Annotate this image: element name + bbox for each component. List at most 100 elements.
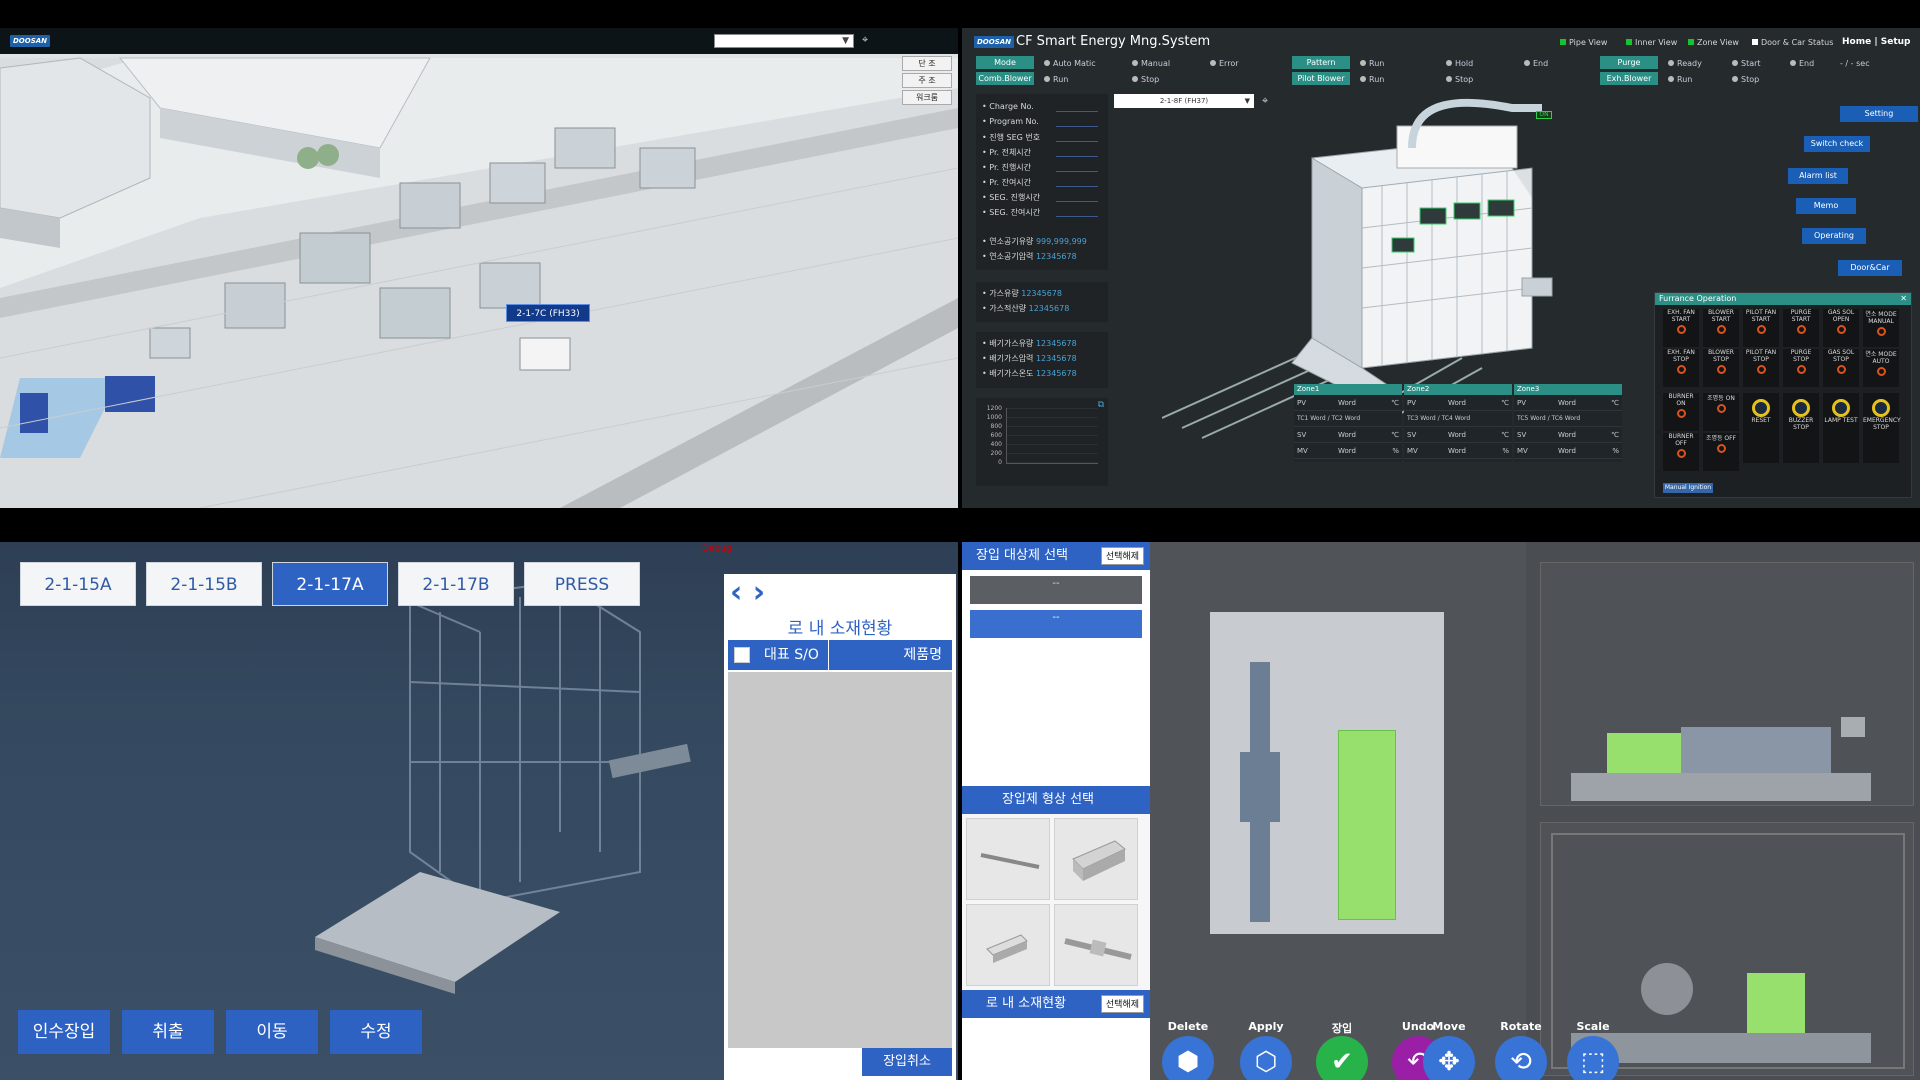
extract-button[interactable]: 취출 bbox=[122, 1010, 214, 1054]
deselect-button-2[interactable]: 선택해제 bbox=[1100, 995, 1144, 1013]
tab-2-1-15a[interactable]: 2-1-15A bbox=[20, 562, 136, 606]
burner-off[interactable]: BURNER OFF bbox=[1663, 433, 1699, 471]
rotate-tool[interactable]: Rotate ⟲ bbox=[1492, 1020, 1550, 1080]
mode-auto[interactable]: 연소 MODE AUTO bbox=[1863, 349, 1899, 387]
side-view[interactable] bbox=[1540, 562, 1914, 806]
tab-2-1-17b[interactable]: 2-1-17B bbox=[398, 562, 514, 606]
purge-ready[interactable]: Ready bbox=[1668, 59, 1702, 68]
pattern-hold[interactable]: Hold bbox=[1446, 59, 1473, 68]
deselect-button[interactable]: 선택해제 bbox=[1100, 547, 1144, 565]
radio-error[interactable]: Error bbox=[1210, 59, 1239, 68]
move-button[interactable]: 이동 bbox=[226, 1010, 318, 1054]
exh-stop[interactable]: Stop bbox=[1732, 75, 1759, 84]
operating-button[interactable]: Operating bbox=[1802, 228, 1866, 244]
shape-shaft[interactable] bbox=[1054, 904, 1138, 986]
exh-fan-start[interactable]: EXH. FAN START bbox=[1663, 309, 1699, 347]
btn-forging[interactable]: 단 조 bbox=[902, 56, 952, 71]
pilot-stop[interactable]: Stop bbox=[1446, 75, 1473, 84]
charge-editor: 장입 대상제 선택 선택해제 -- -- 장입제 형상 선택 로 내 소재현황 선택… bbox=[962, 542, 1920, 1080]
purge-end[interactable]: End bbox=[1790, 59, 1814, 68]
buzzer-stop-button[interactable]: BUZZER STOP bbox=[1783, 393, 1819, 463]
pattern-run[interactable]: Run bbox=[1360, 59, 1384, 68]
blower-stop[interactable]: BLOWER STOP bbox=[1703, 349, 1739, 387]
charge-action[interactable]: 장입 ✔ bbox=[1312, 1020, 1372, 1080]
pointer-icon[interactable]: ⌖ bbox=[862, 33, 876, 47]
scale-tool[interactable]: Scale ⬚ bbox=[1564, 1020, 1622, 1080]
temperature-mini-chart[interactable]: 1200 1000 800 600 400 200 0 ⧉ bbox=[976, 398, 1108, 486]
btn-casting[interactable]: 주 조 bbox=[902, 73, 952, 88]
emergency-stop-button[interactable]: EMERGENCY STOP bbox=[1863, 393, 1901, 463]
tab-2-1-15b[interactable]: 2-1-15B bbox=[146, 562, 262, 606]
purge-start-btn[interactable]: PURGE START bbox=[1783, 309, 1819, 347]
mode-manual[interactable]: 연소 MODE MANUAL bbox=[1863, 309, 1899, 347]
furnace-label[interactable]: 2-1-7C (FH33) bbox=[506, 304, 590, 322]
zone-tc: TC5 Word / TC6 Word bbox=[1514, 411, 1622, 427]
btn-workroom[interactable]: 워크룸 bbox=[902, 90, 952, 105]
close-icon[interactable]: ✕ bbox=[1900, 293, 1907, 305]
top-down-view[interactable] bbox=[1150, 542, 1526, 1080]
legend-pipe-view[interactable]: Pipe View bbox=[1560, 38, 1607, 47]
radio-manual[interactable]: Manual bbox=[1132, 59, 1170, 68]
target-select-header: 장입 대상제 선택 선택해제 bbox=[962, 542, 1150, 570]
charge-receive-button[interactable]: 인수장입 bbox=[18, 1010, 110, 1054]
target-item-selected[interactable]: -- bbox=[970, 610, 1142, 638]
radio-auto[interactable]: Auto Matic bbox=[1044, 59, 1096, 68]
edit-button[interactable]: 수정 bbox=[330, 1010, 422, 1054]
zone2-panel: Zone2 PV Word ℃ TC3 Word / TC4 Word SV Word… bbox=[1404, 384, 1512, 462]
comb-stop[interactable]: Stop bbox=[1132, 75, 1159, 84]
shape-block[interactable] bbox=[1054, 818, 1138, 900]
lamp-ring-icon bbox=[1752, 399, 1770, 417]
purge-stop-btn[interactable]: PURGE STOP bbox=[1783, 349, 1819, 387]
legend-door-car[interactable]: Door & Car Status bbox=[1752, 38, 1833, 47]
top-nav[interactable]: Home | Setup bbox=[1842, 37, 1911, 47]
select-all-checkbox[interactable] bbox=[734, 647, 750, 663]
lamp-test-button[interactable]: LAMP TEST bbox=[1823, 393, 1859, 463]
selected-block[interactable] bbox=[1338, 730, 1396, 920]
memo-button[interactable]: Memo bbox=[1796, 198, 1856, 214]
pilot-fan-stop[interactable]: PILOT FAN STOP bbox=[1743, 349, 1779, 387]
factory-3d-view[interactable]: DOOSAN ▼ ⌖ 단 조 주 조 워크룸 2-1-7C (FH33) bbox=[0, 28, 958, 508]
pilot-fan-start[interactable]: PILOT FAN START bbox=[1743, 309, 1779, 347]
exh-run[interactable]: Run bbox=[1668, 75, 1692, 84]
gas-sol-stop[interactable]: GAS SOL STOP bbox=[1823, 349, 1859, 387]
prev-next-icon[interactable]: ‹ › bbox=[730, 578, 765, 608]
cancel-charge-button[interactable]: 장입취소 bbox=[862, 1048, 952, 1076]
knob-icon bbox=[1836, 365, 1846, 374]
pilot-run[interactable]: Run bbox=[1360, 75, 1384, 84]
burner-on[interactable]: BURNER ON bbox=[1663, 393, 1699, 431]
tab-press[interactable]: PRESS bbox=[524, 562, 640, 606]
blower-start[interactable]: BLOWER START bbox=[1703, 309, 1739, 347]
shape-rod[interactable] bbox=[966, 818, 1050, 900]
knob-icon bbox=[1756, 365, 1766, 374]
zone-mv: MV Word% bbox=[1514, 443, 1622, 459]
manual-ignition-button[interactable]: Manual Ignition bbox=[1663, 483, 1713, 493]
exh-fan-stop[interactable]: EXH. FAN STOP bbox=[1663, 349, 1699, 387]
charging-3d-view[interactable]: Debug 2-1-15A 2-1-15B 2-1-17A 2-1-17B PR… bbox=[0, 542, 958, 1080]
setting-button[interactable]: Setting bbox=[1840, 106, 1918, 122]
target-item[interactable]: -- bbox=[970, 576, 1142, 604]
material-list[interactable] bbox=[728, 672, 952, 1048]
lamp-on[interactable]: 조명등 ON bbox=[1703, 393, 1739, 431]
apply-action[interactable]: Apply ⬡ bbox=[1236, 1020, 1296, 1080]
location-select[interactable]: ▼ bbox=[714, 34, 854, 48]
shape-bar[interactable] bbox=[966, 904, 1050, 986]
legend-inner-view[interactable]: Inner View bbox=[1626, 38, 1677, 47]
reset-button[interactable]: RESET bbox=[1743, 393, 1779, 463]
door-car-button[interactable]: Door&Car bbox=[1838, 260, 1902, 276]
move-tool[interactable]: Move ✥ bbox=[1420, 1020, 1478, 1080]
popout-icon[interactable]: ⧉ bbox=[1098, 400, 1104, 410]
info-row: • 연소공기압력 12345678 bbox=[982, 252, 1077, 261]
switch-check-button[interactable]: Switch check bbox=[1804, 136, 1870, 152]
delete-action[interactable]: Delete ⬢ bbox=[1158, 1020, 1218, 1080]
tab-2-1-17a[interactable]: 2-1-17A bbox=[272, 562, 388, 606]
zone-tc: TC3 Word / TC4 Word bbox=[1404, 411, 1512, 427]
value-line bbox=[1056, 162, 1098, 172]
pattern-end[interactable]: End bbox=[1524, 59, 1548, 68]
purge-start[interactable]: Start bbox=[1732, 59, 1761, 68]
alarm-list-button[interactable]: Alarm list bbox=[1788, 168, 1848, 184]
comb-run[interactable]: Run bbox=[1044, 75, 1068, 84]
lamp-off[interactable]: 조명등 OFF bbox=[1703, 433, 1739, 471]
legend-zone-view[interactable]: Zone View bbox=[1688, 38, 1739, 47]
on-badge: ON bbox=[1536, 111, 1552, 119]
gas-sol-open[interactable]: GAS SOL OPEN bbox=[1823, 309, 1859, 347]
